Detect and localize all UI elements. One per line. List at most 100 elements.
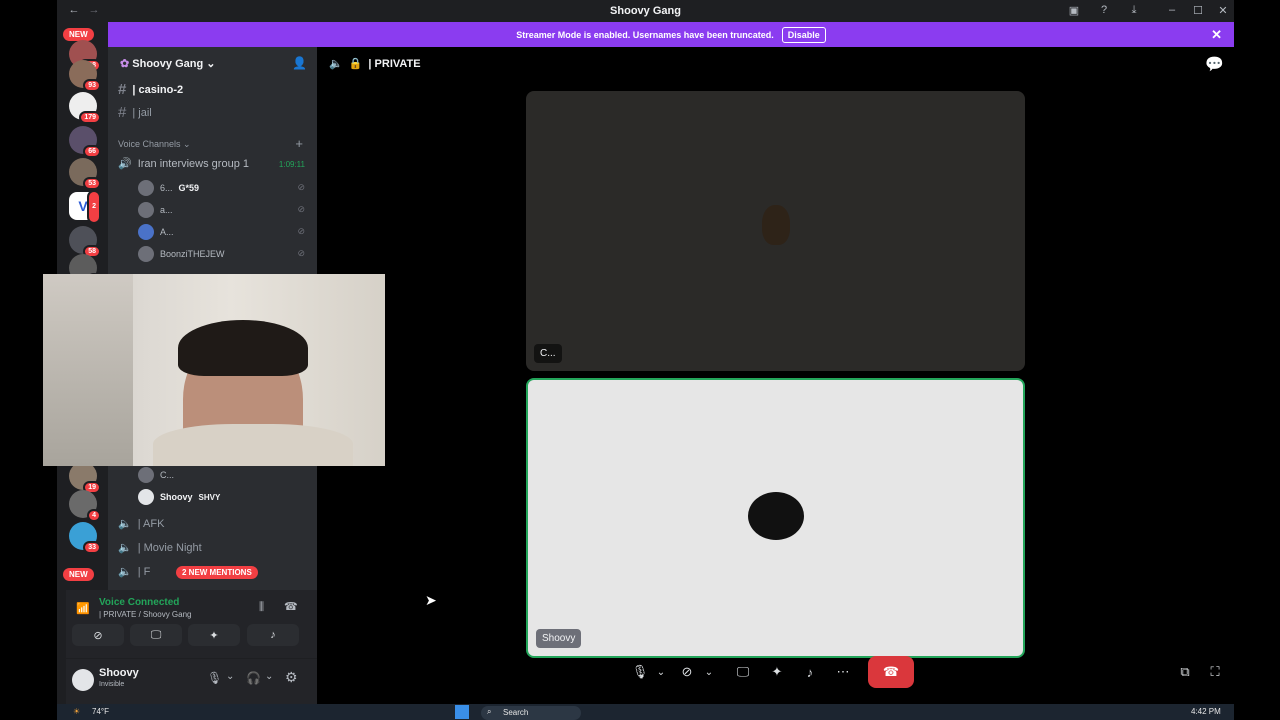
voice-channel-f[interactable]: 🔈 | F bbox=[118, 565, 150, 579]
close-window-icon[interactable]: ✕ bbox=[1216, 4, 1230, 17]
channel-casino-2[interactable]: # | casino-2 bbox=[118, 81, 183, 98]
weather-icon[interactable]: ☀ bbox=[73, 707, 80, 716]
server-icon[interactable]: V2 bbox=[69, 190, 101, 224]
new-unread-pill[interactable]: NEW bbox=[63, 28, 94, 41]
chevron-down-icon[interactable]: ⌄ bbox=[265, 671, 273, 682]
voice-channel-iran-interviews[interactable]: 🔊 Iran interviews group 1 bbox=[118, 157, 249, 171]
windows-start-icon[interactable] bbox=[455, 705, 469, 719]
voice-user[interactable]: a... bbox=[138, 202, 173, 218]
voice-timer: 1:09:11 bbox=[278, 160, 305, 169]
voice-user[interactable]: A... bbox=[138, 224, 174, 240]
channel-header: 🔈 🔒 | PRIVATE bbox=[329, 57, 421, 71]
weather-temp[interactable]: 74°F bbox=[92, 707, 109, 716]
server-name: Shoovy Gang bbox=[132, 58, 204, 70]
voice-channels-header[interactable]: Voice Channels ⌄ bbox=[118, 139, 191, 150]
camera-off-icon: ⊘ bbox=[93, 629, 103, 642]
more-options-icon[interactable]: ⋯ bbox=[830, 659, 856, 685]
server-icon[interactable]: 19 bbox=[69, 462, 101, 494]
search-icon: ⌕ bbox=[487, 707, 492, 716]
voice-channel-afk[interactable]: 🔈 | AFK bbox=[118, 517, 164, 531]
speaker-icon: 🔈 bbox=[118, 566, 132, 578]
download-icon[interactable]: ⤓ bbox=[1127, 4, 1141, 17]
muted-icon: ⊘ bbox=[297, 204, 305, 214]
title-bar: ← → Shoovy Gang ▣ ? ⤓ – ☐ ✕ bbox=[57, 0, 1234, 22]
speaker-icon: 🔈 bbox=[118, 542, 132, 554]
hash-icon: # bbox=[118, 104, 127, 121]
invite-people-icon[interactable]: 👤 bbox=[292, 56, 307, 70]
popout-icon[interactable]: ⧉ bbox=[1172, 659, 1198, 685]
server-icon[interactable]: 4 bbox=[69, 490, 101, 522]
inbox-icon[interactable]: ▣ bbox=[1067, 4, 1081, 17]
soundboard-icon: ♪ bbox=[270, 629, 276, 641]
screen-share-icon[interactable]: 🖵 bbox=[730, 659, 756, 685]
camera-off-button[interactable]: ⊘ bbox=[72, 624, 124, 646]
participant-name: Shoovy bbox=[536, 629, 582, 648]
server-icon[interactable]: 58 bbox=[69, 226, 101, 258]
soundboard-icon[interactable]: ♪ bbox=[797, 659, 823, 685]
disconnect-icon[interactable]: ☎ bbox=[284, 600, 298, 613]
soundboard-button[interactable]: ♪ bbox=[247, 624, 299, 646]
avatar bbox=[138, 467, 154, 483]
taskbar: ☀ 74°F Search ⌕ 4:42 PM bbox=[57, 704, 1234, 720]
chevron-down-icon[interactable]: ⌄ bbox=[226, 671, 234, 682]
speaker-icon: 🔈 bbox=[118, 518, 132, 530]
avatar[interactable] bbox=[72, 669, 94, 691]
video-tile[interactable]: C... bbox=[526, 91, 1025, 371]
server-icon[interactable]: 179 bbox=[69, 92, 101, 124]
new-mentions-pill[interactable]: 2 NEW MENTIONS bbox=[176, 566, 258, 579]
add-channel-icon[interactable]: + bbox=[295, 136, 303, 151]
screen-share-icon: 🖵 bbox=[150, 628, 162, 641]
fullscreen-icon[interactable]: ⛶ bbox=[1202, 659, 1228, 685]
voice-user[interactable]: 6... G*59 bbox=[138, 180, 199, 196]
microphone-icon[interactable]: 🎙 bbox=[207, 671, 222, 685]
chat-bubble-icon[interactable]: 💬 bbox=[1205, 55, 1224, 73]
voice-status[interactable]: Voice Connected bbox=[99, 597, 179, 608]
voice-user-self[interactable]: Shoovy SHVY bbox=[138, 489, 220, 505]
help-icon[interactable]: ? bbox=[1097, 4, 1111, 16]
close-banner-icon[interactable]: ✕ bbox=[1211, 27, 1222, 43]
server-header[interactable]: ✿ Shoovy Gang ⌄ bbox=[120, 57, 215, 70]
channel-name: | PRIVATE bbox=[368, 57, 421, 70]
new-unread-pill[interactable]: NEW bbox=[63, 568, 94, 581]
voice-channel-path[interactable]: | PRIVATE / Shoovy Gang bbox=[99, 610, 192, 619]
participant-avatar bbox=[748, 492, 804, 540]
voice-user[interactable]: C... bbox=[138, 467, 174, 483]
voice-user[interactable]: BoonziTHEJEW bbox=[138, 246, 225, 262]
voice-channel-movie-night[interactable]: 🔈 | Movie Night bbox=[118, 541, 202, 555]
server-icon[interactable]: 93 bbox=[69, 60, 101, 92]
muted-icon: ⊘ bbox=[297, 226, 305, 236]
webcam-overlay bbox=[43, 274, 385, 466]
server-icon[interactable]: 33 bbox=[69, 522, 101, 554]
user-status: Invisible bbox=[99, 681, 125, 688]
activities-button[interactable]: ✦ bbox=[188, 624, 240, 646]
activities-icon: ✦ bbox=[209, 629, 219, 642]
minimize-icon[interactable]: – bbox=[1165, 4, 1179, 16]
signal-icon[interactable]: 📶 bbox=[76, 602, 90, 615]
server-boost-icon: ✿ bbox=[120, 58, 130, 70]
lock-icon: 🔒 bbox=[348, 58, 363, 70]
muted-icon: ⊘ bbox=[297, 248, 305, 258]
headphones-icon[interactable]: 🎧 bbox=[246, 671, 261, 685]
chevron-down-icon[interactable]: ⌄ bbox=[648, 659, 674, 685]
chevron-down-icon: ⌄ bbox=[206, 58, 216, 70]
activities-icon[interactable]: ✦ bbox=[764, 659, 790, 685]
voice-connected-panel: 📶 Voice Connected | PRIVATE / Shoovy Gan… bbox=[66, 590, 317, 658]
server-icon[interactable]: 66 bbox=[69, 126, 101, 158]
search-box[interactable]: Search bbox=[481, 706, 581, 720]
server-icon[interactable]: 53 bbox=[69, 158, 101, 190]
screen-share-button[interactable]: 🖵 bbox=[130, 624, 182, 646]
channel-jail[interactable]: # | jail bbox=[118, 104, 152, 121]
maximize-icon[interactable]: ☐ bbox=[1191, 4, 1205, 17]
speaker-icon: 🔈 bbox=[329, 58, 343, 70]
wall-door bbox=[43, 274, 133, 466]
avatar bbox=[138, 202, 154, 218]
disable-button[interactable]: Disable bbox=[781, 26, 826, 43]
clock[interactable]: 4:42 PM bbox=[1191, 707, 1221, 716]
leave-call-button[interactable]: ☎ bbox=[868, 656, 914, 688]
video-tile-speaking[interactable]: Shoovy bbox=[526, 378, 1025, 658]
chevron-down-icon[interactable]: ⌄ bbox=[696, 659, 722, 685]
mouse-cursor-icon: ➤ bbox=[425, 592, 437, 608]
noise-suppression-icon[interactable]: ⫼ bbox=[259, 601, 264, 614]
gear-icon[interactable]: ⚙ bbox=[285, 669, 298, 686]
user-name[interactable]: Shoovy bbox=[99, 667, 139, 679]
